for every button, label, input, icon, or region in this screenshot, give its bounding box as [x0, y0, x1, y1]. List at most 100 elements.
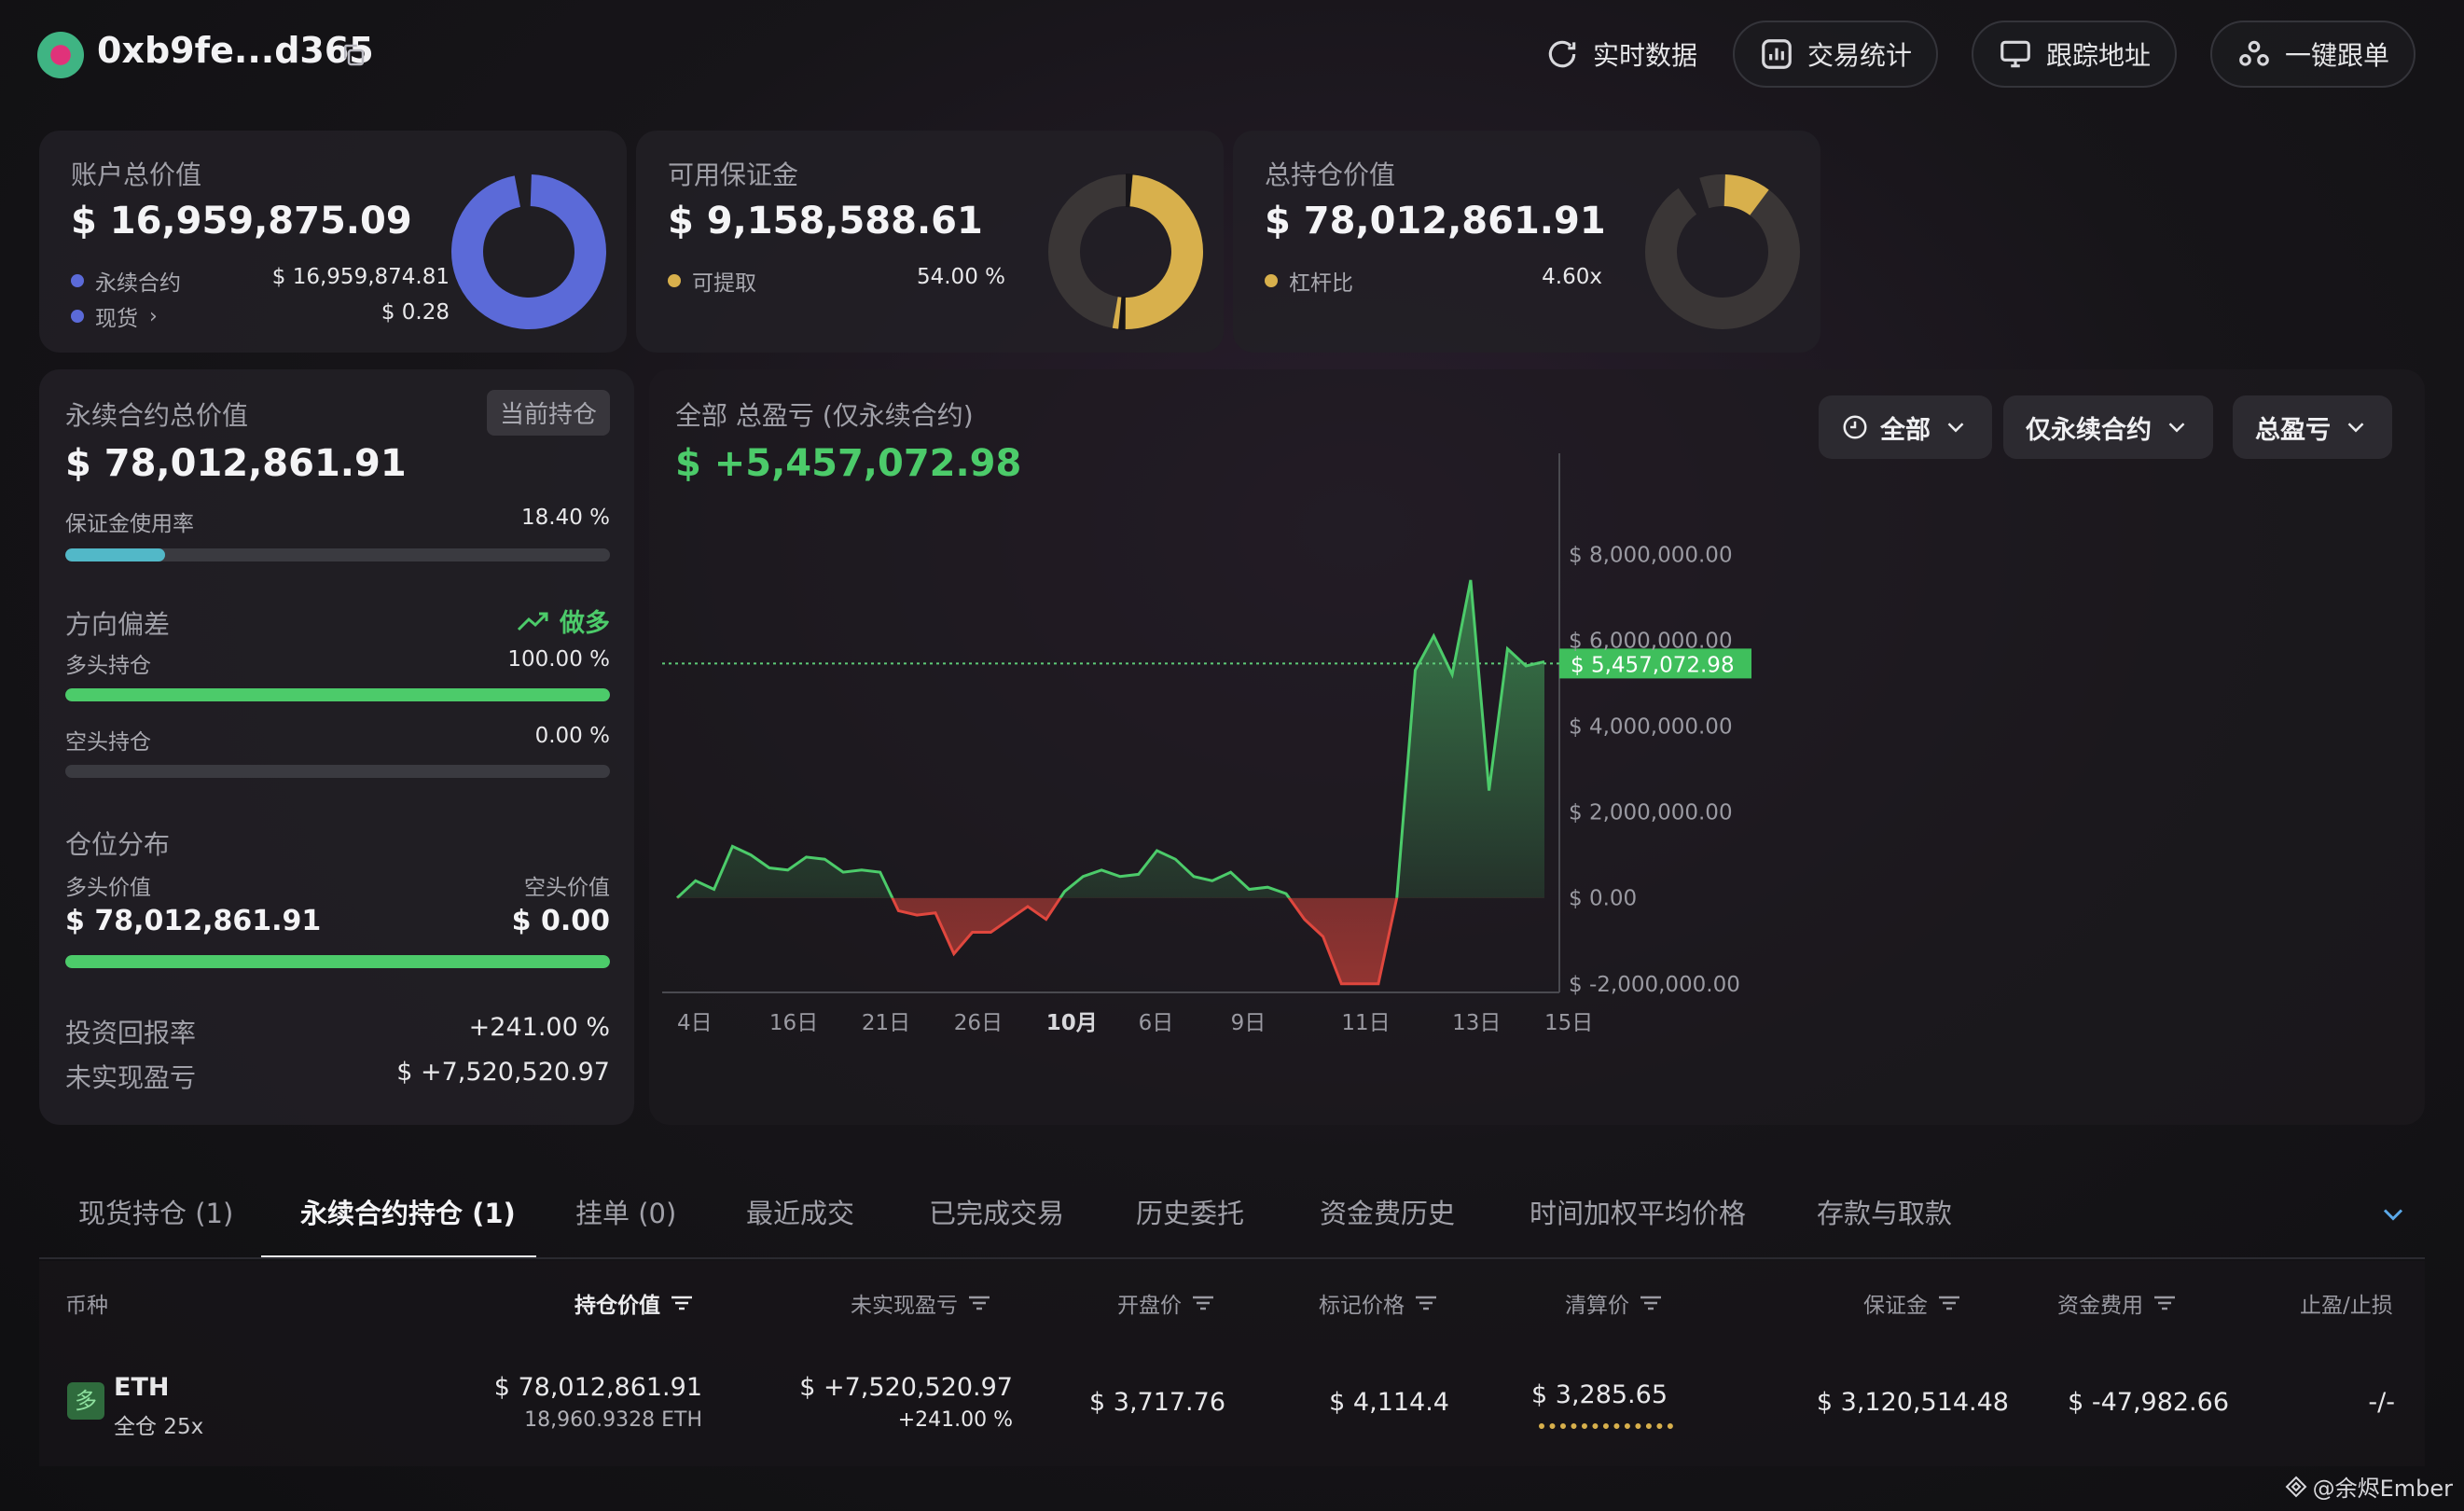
- tab-perp-positions[interactable]: 永续合约持仓 (1): [300, 1192, 516, 1231]
- watermark-text: @余烬Ember: [2312, 1476, 2453, 1502]
- tab-spot-positions[interactable]: 现货持仓 (1): [78, 1192, 233, 1231]
- perp-label: 永续合约: [95, 271, 181, 296]
- th-upnl[interactable]: 未实现盈亏: [851, 1287, 991, 1319]
- copy-icon[interactable]: [339, 41, 367, 69]
- mark-price-cell: $ 4,114.4: [1329, 1388, 1449, 1417]
- long-position-value: 100.00 %: [507, 647, 610, 672]
- x-tick-label: 26日: [954, 1011, 1003, 1035]
- tab-funding-history[interactable]: 资金费历史: [1320, 1192, 1455, 1231]
- trending-up-icon: [517, 612, 548, 631]
- spot-row-label[interactable]: 现货 ›: [71, 300, 158, 332]
- withdrawable-dot: [668, 274, 681, 287]
- sort-icon: [1193, 1296, 1213, 1310]
- avatar: [37, 32, 84, 78]
- sort-icon: [969, 1296, 990, 1310]
- bias-value: 做多: [560, 609, 610, 638]
- account-value-title: 账户总价值: [71, 159, 202, 190]
- available-margin-card: 可用保证金 $ 9,158,588.61 可提取 54.00 %: [636, 131, 1224, 353]
- leverage-dot: [1265, 274, 1278, 287]
- position-size-cell: 18,960.9328 ETH: [524, 1408, 702, 1432]
- position-donut-chart: [1645, 173, 1800, 329]
- tab-divider: [39, 1257, 2425, 1259]
- entry-price-cell: $ 3,717.76: [1089, 1388, 1225, 1417]
- th-mark-label: 标记价格: [1319, 1294, 1405, 1318]
- withdrawable-label: 可提取: [668, 265, 756, 297]
- th-position-value[interactable]: 持仓价值: [574, 1287, 694, 1319]
- users-icon: [2239, 40, 2269, 66]
- th-tpsl: 止盈/止损: [2300, 1294, 2393, 1318]
- upnl-value: $ +7,520,520.97: [396, 1058, 610, 1087]
- withdrawable-text: 可提取: [692, 271, 756, 296]
- copy-trade-button[interactable]: 一键跟单: [2210, 21, 2416, 88]
- upnl-label: 未实现盈亏: [65, 1062, 197, 1093]
- th-margin[interactable]: 保证金: [1863, 1287, 1961, 1319]
- tab-recent-fills[interactable]: 最近成交: [746, 1192, 854, 1231]
- y-tick-label: $ 4,000,000.00: [1569, 714, 1733, 739]
- distribution-title: 仓位分布: [65, 829, 171, 860]
- tab-order-history[interactable]: 历史委托: [1136, 1192, 1244, 1231]
- perp-summary-panel: 永续合约总价值 当前持仓 $ 78,012,861.91 保证金使用率 18.4…: [39, 369, 634, 1125]
- margin-title: 可用保证金: [668, 159, 799, 190]
- tpsl-cell[interactable]: -/-: [2368, 1388, 2395, 1417]
- table-row[interactable]: 多 ETH 全仓 25x $ 78,012,861.91 18,960.9328…: [39, 1343, 2425, 1466]
- sort-icon: [2154, 1296, 2175, 1310]
- funding-cell: $ -47,982.66: [2068, 1388, 2229, 1417]
- margin-mode: 全仓 25x: [114, 1415, 204, 1439]
- sort-icon: [1939, 1296, 1959, 1310]
- margin-value: $ 9,158,588.61: [668, 200, 983, 243]
- track-address-button[interactable]: 跟踪地址: [1972, 21, 2178, 88]
- position-value: $ 78,012,861.91: [1265, 200, 1606, 243]
- th-mark-price[interactable]: 标记价格: [1319, 1287, 1438, 1319]
- x-tick-label: 4日: [677, 1011, 713, 1035]
- copy-trade-label: 一键跟单: [2285, 40, 2390, 71]
- position-value-card: 总持仓价值 $ 78,012,861.91 杠杆比 4.60x: [1233, 131, 1820, 353]
- th-position-value-label: 持仓价值: [574, 1294, 660, 1318]
- margin-usage-value: 18.40 %: [520, 506, 610, 530]
- pnl-area-chart[interactable]: $ 5,457,072.98 $ 8,000,000.00 $ 6,000,000.…: [649, 369, 2425, 1125]
- watermark: @余烬Ember: [2285, 1470, 2453, 1503]
- y-tick-label: $ -2,000,000.00: [1569, 973, 1740, 997]
- account-value-card: 账户总价值 $ 16,959,875.09 永续合约 $ 16,959,874.…: [39, 131, 627, 353]
- sort-icon: [1640, 1296, 1661, 1310]
- account-value: $ 16,959,875.09: [71, 200, 412, 243]
- current-value-label: $ 5,457,072.98: [1571, 653, 1735, 677]
- perp-row-value: $ 16,959,874.81: [271, 265, 450, 289]
- trade-stats-button[interactable]: 交易统计: [1733, 21, 1939, 88]
- realtime-data-button[interactable]: 实时数据: [1520, 21, 1722, 88]
- tab-deposits-withdrawals[interactable]: 存款与取款: [1817, 1192, 1952, 1231]
- th-liq-label: 清算价: [1565, 1294, 1629, 1318]
- long-value-label: 多头价值: [65, 876, 151, 900]
- upnl-cell: $ +7,520,520.97: [799, 1373, 1013, 1402]
- perp-dot: [71, 274, 84, 287]
- margin-cell: $ 3,120,514.48: [1816, 1388, 2009, 1417]
- spot-dot: [71, 310, 84, 323]
- liq-price-cell[interactable]: $ 3,285.65: [1531, 1380, 1668, 1409]
- th-margin-label: 保证金: [1863, 1294, 1928, 1318]
- x-tick-label: 6日: [1139, 1011, 1174, 1035]
- upnl-pct-cell: +241.00 %: [897, 1408, 1013, 1432]
- chevron-down-icon[interactable]: [2376, 1198, 2410, 1231]
- pnl-chart-panel: 全部 总盈亏 (仅永续合约) $ +5,457,072.98 全部 仅永续合约 …: [649, 369, 2425, 1125]
- long-side-badge: 多: [67, 1382, 104, 1420]
- long-position-label: 多头持仓: [65, 654, 151, 678]
- bias-indicator: 做多: [517, 603, 610, 639]
- th-entry-price[interactable]: 开盘价: [1117, 1287, 1215, 1319]
- current-position-badge: 当前持仓: [486, 390, 610, 436]
- coin-name: ETH: [114, 1373, 170, 1402]
- sort-icon: [671, 1296, 692, 1310]
- th-funding[interactable]: 资金费用: [2057, 1287, 2177, 1319]
- tab-twap[interactable]: 时间加权平均价格: [1530, 1192, 1746, 1231]
- sort-icon: [1416, 1296, 1436, 1310]
- tab-open-orders[interactable]: 挂单 (0): [575, 1192, 676, 1231]
- th-funding-label: 资金费用: [2057, 1294, 2143, 1318]
- perp-row-label: 永续合约: [71, 265, 181, 297]
- wallet-address: 0xb9fe...d365: [97, 30, 374, 71]
- leverage-value: 4.60x: [1542, 265, 1602, 289]
- margin-usage-bar: [65, 548, 610, 561]
- stats-icon: [1762, 39, 1792, 69]
- tab-completed-trades[interactable]: 已完成交易: [929, 1192, 1064, 1231]
- leverage-text: 杠杆比: [1289, 271, 1353, 296]
- long-value: $ 78,012,861.91: [65, 905, 322, 937]
- th-liq-price[interactable]: 清算价: [1565, 1287, 1663, 1319]
- position-value-cell: $ 78,012,861.91: [493, 1373, 702, 1402]
